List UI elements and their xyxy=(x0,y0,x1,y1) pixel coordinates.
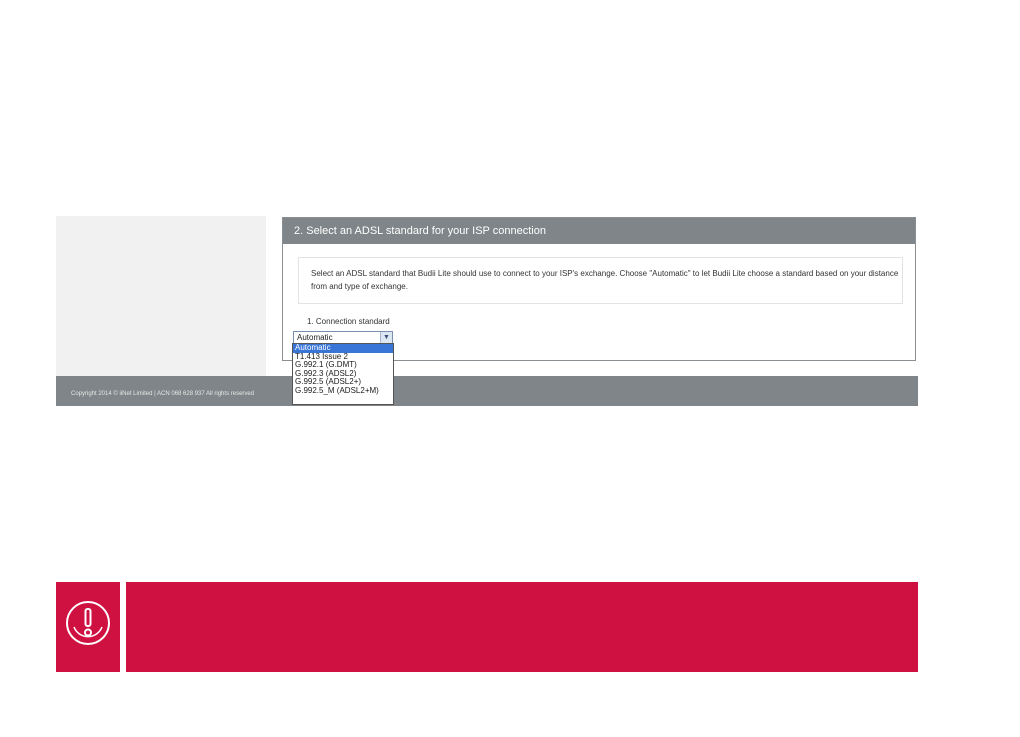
option-g9925m[interactable]: G.992.5_M (ADSL2+M) xyxy=(293,386,393,396)
description-text: Select an ADSL standard that Budii Lite … xyxy=(311,269,899,291)
select-value: Automatic xyxy=(297,333,333,342)
alert-bar xyxy=(56,582,918,672)
left-sidebar-panel xyxy=(56,216,266,376)
connection-standard-dropdown[interactable]: Automatic T1.413 Issue 2 G.992.1 (G.DMT)… xyxy=(292,343,394,405)
connection-standard-label: 1. Connection standard xyxy=(307,317,390,326)
alert-icon-box xyxy=(56,582,126,672)
section-header: 2. Select an ADSL standard for your ISP … xyxy=(283,218,915,244)
copyright-text: Copyright 2014 © iiNet Limited | ACN 068… xyxy=(71,391,255,397)
exclamation-icon xyxy=(66,601,110,645)
info-box: Select an ADSL standard that Budii Lite … xyxy=(298,257,903,304)
footer: Copyright 2014 © iiNet Limited | ACN 068… xyxy=(56,376,918,406)
adsl-standard-section: 2. Select an ADSL standard for your ISP … xyxy=(282,217,916,361)
chevron-down-icon[interactable]: ▼ xyxy=(380,332,392,343)
